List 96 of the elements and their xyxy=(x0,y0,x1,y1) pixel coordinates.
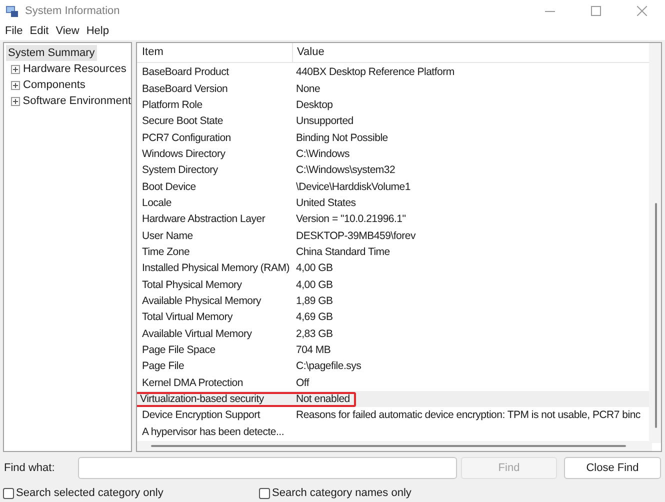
checkbox-label[interactable]: Search selected category only xyxy=(16,485,164,502)
table-row[interactable]: BaseBoard Product 440BX Desktop Reference Platform xyxy=(137,64,649,80)
table-row[interactable]: Installed Physical Memory (RAM) 4,00 GB xyxy=(137,260,649,276)
table-row[interactable]: User Name DESKTOP-39MB459\forev xyxy=(137,227,649,244)
table-row[interactable]: Secure Boot State Unsupported xyxy=(137,113,649,130)
table-cell-text: Locale xyxy=(141,196,172,210)
expand-icon[interactable] xyxy=(11,64,20,74)
tree-item[interactable]: System Summary xyxy=(6,45,97,61)
table-cell-text: Not enabled xyxy=(295,392,350,406)
table-cell-text: United States xyxy=(295,196,356,210)
table-row[interactable]: Windows Directory C:\Windows xyxy=(137,146,649,162)
table-cell-text: Total Physical Memory xyxy=(141,278,243,292)
app-icon xyxy=(5,4,19,18)
table-cell-text: A hypervisor has been detecte... xyxy=(141,424,286,439)
table-cell-text: Platform Role xyxy=(141,98,204,112)
column-header[interactable]: Item xyxy=(142,44,164,61)
table-row[interactable]: Available Virtual Memory 2,83 GB xyxy=(137,326,649,342)
table-row[interactable]: Available Physical Memory 1,89 GB xyxy=(137,292,649,310)
table-cell-text: 1,89 GB xyxy=(295,294,333,308)
scroll-thumb[interactable] xyxy=(151,445,626,447)
menu-item[interactable]: File xyxy=(2,22,26,40)
table-cell-text: Desktop xyxy=(295,98,333,112)
checkbox[interactable] xyxy=(259,488,270,499)
column-header[interactable]: Value xyxy=(297,46,324,58)
find-field[interactable] xyxy=(78,457,457,480)
table-row[interactable]: PCR7 Configuration Binding Not Possible xyxy=(137,129,649,146)
table-cell-text: Installed Physical Memory (RAM) xyxy=(141,261,290,276)
table-row[interactable]: A hypervisor has been detecte... xyxy=(137,424,649,440)
table-cell-text: Reasons for failed automatic device encryption: TPM is not usable, PCR7 binc xyxy=(295,408,640,422)
field-label: Find what: xyxy=(4,461,56,476)
table-cell-text: Unsupported xyxy=(295,114,354,128)
table-row[interactable]: Kernel DMA Protection Off xyxy=(137,374,649,391)
table-row[interactable]: Device Encryption Support Reasons for failed automatic device encryption: TPM is not usable, PCR7 binc xyxy=(137,407,649,424)
table-cell-text: Time Zone xyxy=(141,244,191,259)
table-cell-text: Page File Space xyxy=(141,343,216,358)
table-cell-text: BaseBoard Product xyxy=(141,65,230,80)
table-cell-text: DESKTOP-39MB459\forev xyxy=(295,228,416,243)
table-row[interactable]: Total Virtual Memory 4,69 GB xyxy=(137,309,649,326)
table-cell-text: 2,83 GB xyxy=(295,326,333,341)
table-cell-text: Hardware Abstraction Layer xyxy=(141,212,266,226)
table-row[interactable]: Page File Space 704 MB xyxy=(137,342,649,358)
table-cell-text: 4,69 GB xyxy=(295,310,333,324)
table-row[interactable]: Platform Role Desktop xyxy=(137,96,649,114)
close-find-button[interactable]: Close Find xyxy=(564,457,661,480)
table-row[interactable]: Time Zone China Standard Time xyxy=(137,244,649,260)
window-title: System Information xyxy=(25,4,120,19)
table-cell-text: 4,00 GB xyxy=(295,261,333,276)
expand-icon[interactable] xyxy=(11,96,20,106)
table-cell-text: China Standard Time xyxy=(295,244,390,259)
table-cell-text: System Directory xyxy=(141,163,219,178)
table-cell-text: Virtualization-based security xyxy=(139,392,265,406)
table-cell-text: C:\Windows xyxy=(295,146,350,161)
table-cell-text: Available Physical Memory xyxy=(141,294,262,308)
table-row[interactable]: Virtualization-based security Not enabled xyxy=(137,390,649,408)
table-cell-text: None xyxy=(295,82,320,96)
table-cell-text: 4,00 GB xyxy=(295,278,333,292)
expand-icon[interactable] xyxy=(11,80,20,90)
table-cell-text: 440BX Desktop Reference Platform xyxy=(295,65,454,80)
table-row[interactable]: Page File C:\pagefile.sys xyxy=(137,358,649,375)
table-cell-text: BaseBoard Version xyxy=(141,82,229,96)
table-row[interactable]: Locale United States xyxy=(137,194,649,212)
table-cell-text: Version = "10.0.21996.1" xyxy=(295,212,406,226)
table-cell-text: Page File xyxy=(141,359,186,374)
menu-item[interactable]: View xyxy=(52,22,82,40)
tree-item[interactable]: Hardware Resources xyxy=(23,60,126,78)
table-row[interactable]: Total Physical Memory 4,00 GB xyxy=(137,276,649,293)
table-row[interactable]: System Directory C:\Windows\system32 xyxy=(137,162,649,178)
menu-item[interactable]: Help xyxy=(83,22,112,40)
table-row[interactable]: Boot Device \Device\HarddiskVolume1 xyxy=(137,178,649,195)
table-cell-text: C:\Windows\system32 xyxy=(295,163,396,178)
table-cell-text: PCR7 Configuration xyxy=(141,130,232,145)
table-cell-text: Windows Directory xyxy=(141,146,226,161)
table-cell-text: Off xyxy=(295,376,310,390)
menu-item[interactable]: Edit xyxy=(26,22,52,40)
table-row[interactable]: BaseBoard Version None xyxy=(137,80,649,97)
table-row[interactable]: Hardware Abstraction Layer Version = "10.0.21996.1" xyxy=(137,211,649,228)
vertical-scrollbar[interactable] xyxy=(649,43,661,443)
table-cell-text: Available Virtual Memory xyxy=(141,326,253,341)
checkbox-label[interactable]: Search category names only xyxy=(272,485,412,502)
tree-item[interactable]: Software Environment xyxy=(22,92,131,110)
horizontal-scrollbar[interactable] xyxy=(137,441,652,451)
tree-item[interactable]: Components xyxy=(23,76,86,94)
table-cell-text: Total Virtual Memory xyxy=(141,310,234,324)
table-cell-text: Secure Boot State xyxy=(141,114,224,128)
checkbox[interactable] xyxy=(3,488,14,499)
maximize-icon[interactable] xyxy=(591,6,601,16)
table-cell-text: 704 MB xyxy=(295,343,331,358)
table-cell-text: User Name xyxy=(141,228,194,243)
close-icon[interactable] xyxy=(637,6,647,16)
table-cell-text: Boot Device xyxy=(141,180,197,194)
scroll-thumb[interactable] xyxy=(655,203,657,428)
table-cell-text: Binding Not Possible xyxy=(295,130,388,145)
table-cell-text: Device Encryption Support xyxy=(141,408,262,422)
table-cell-text: C:\pagefile.sys xyxy=(295,359,362,374)
table-cell-text: Kernel DMA Protection xyxy=(141,376,244,390)
table-cell-text: \Device\HarddiskVolume1 xyxy=(295,180,410,194)
